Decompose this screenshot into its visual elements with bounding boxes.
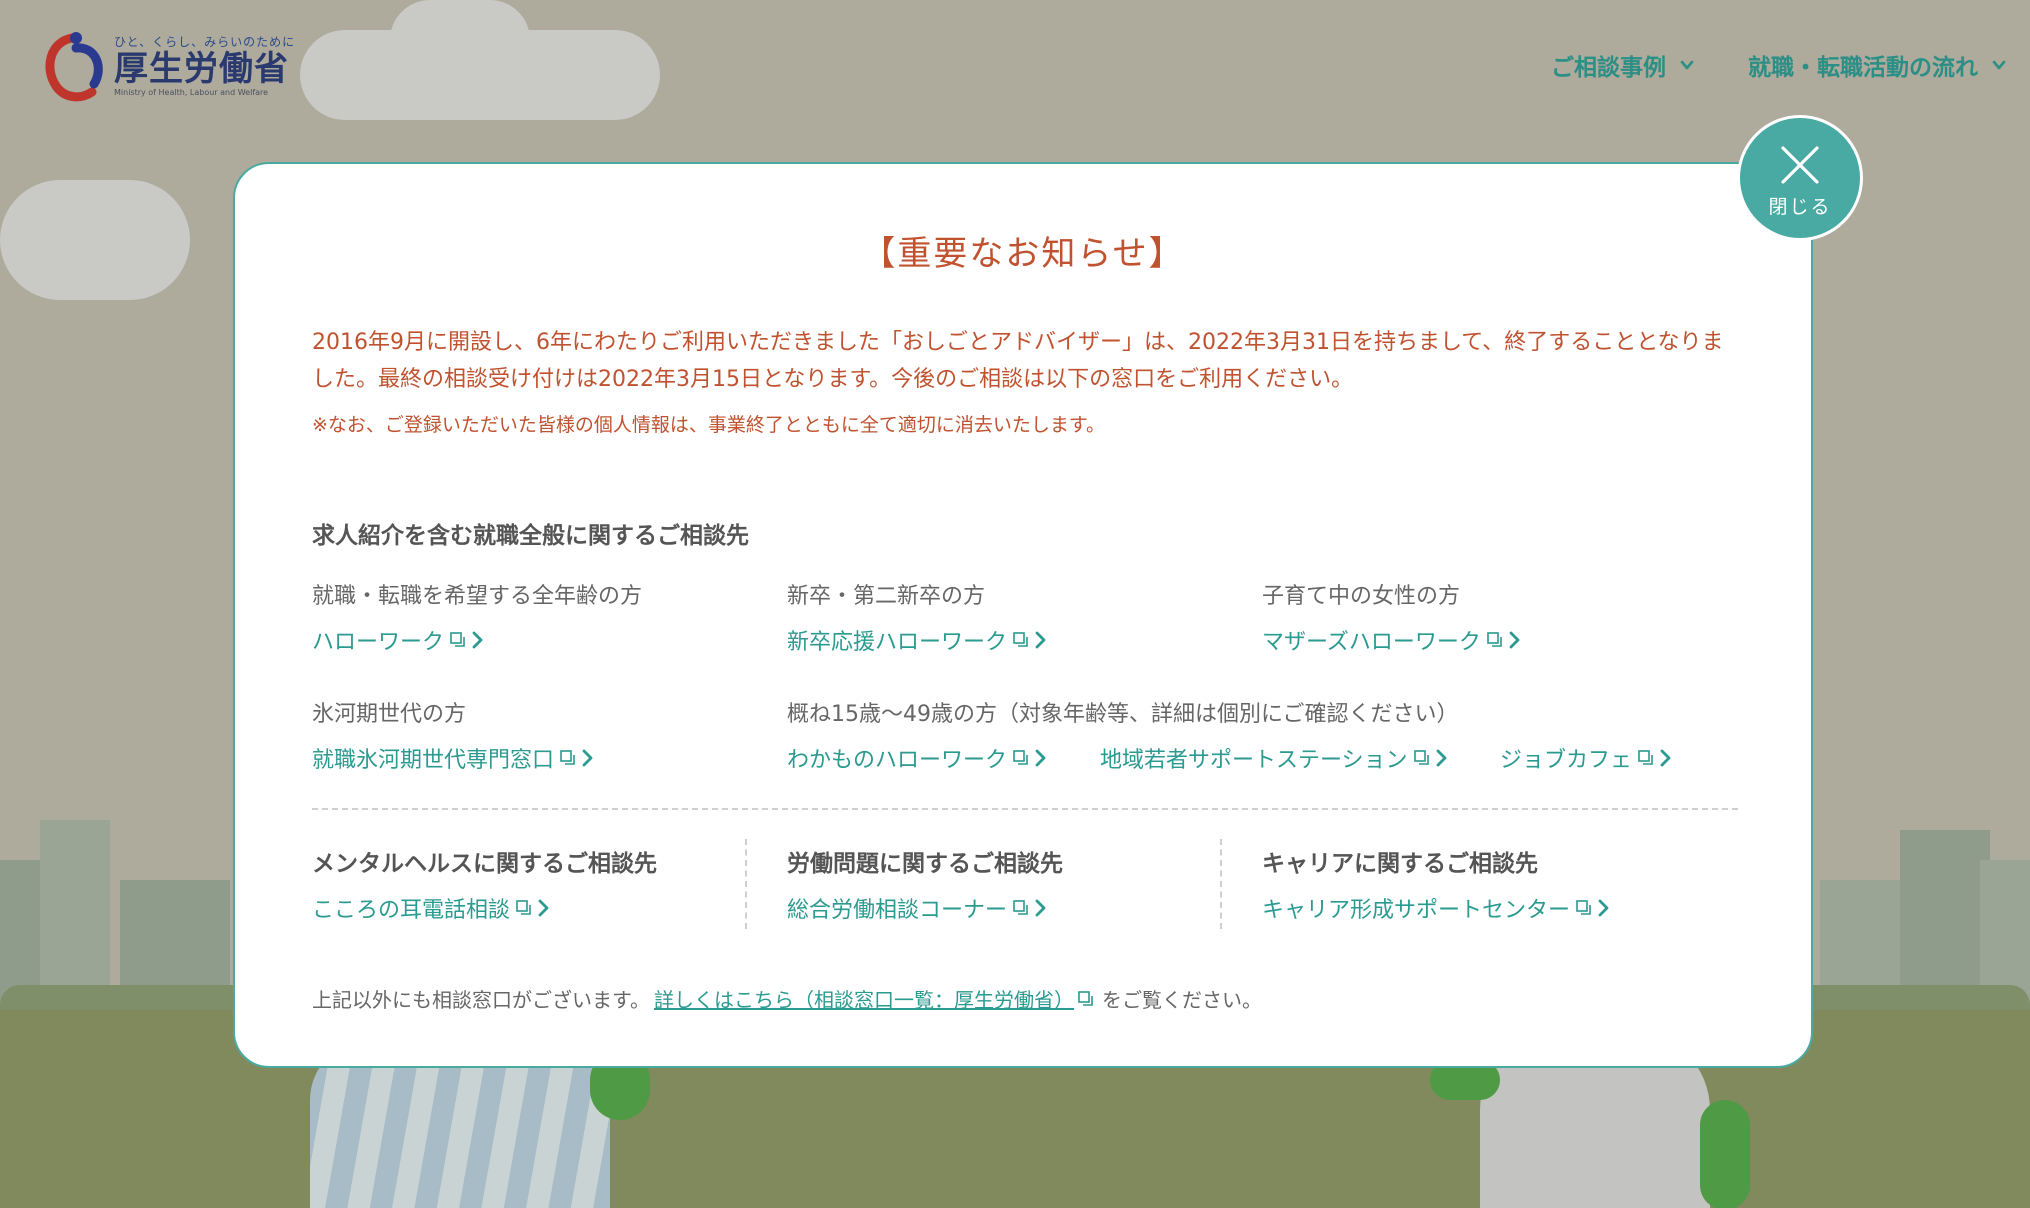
chevron-right-icon xyxy=(1660,749,1671,767)
header-nav: ご相談事例 就職・転職活動の流れ xyxy=(1551,48,2006,82)
link-mothers-hello-work[interactable]: マザーズハローワーク xyxy=(1262,624,1520,656)
group-label-all-ages: 就職・転職を希望する全年齢の方 xyxy=(312,584,643,609)
building xyxy=(1900,830,1990,1010)
external-link-icon xyxy=(450,632,465,647)
link-text: ジョブカフェ xyxy=(1500,748,1633,773)
column-divider xyxy=(1220,839,1222,929)
close-label: 閉じる xyxy=(1768,195,1832,218)
link-youth-hello-work[interactable]: わかものハローワーク xyxy=(787,742,1046,774)
group-label-youth: 概ね15歳〜49歳の方（対象年齢等、詳細は個別にご確認ください） xyxy=(787,702,1459,727)
link-text: ハローワーク xyxy=(312,630,445,655)
close-button[interactable]: 閉じる xyxy=(1737,115,1863,241)
footer-note: 上記以外にも相談窓口がございます。 詳しくはこちら（相談窓口一覧：厚生労働省） … xyxy=(312,984,1262,1013)
cloud xyxy=(0,180,190,300)
link-text: マザーズハローワーク xyxy=(1262,630,1481,655)
cloud xyxy=(390,0,530,80)
external-link-icon xyxy=(1013,632,1028,647)
notice-text: 2016年9月に開設し、6年にわたりご利用いただきました「おしごとアドバイザー」… xyxy=(312,330,1724,392)
external-link-icon xyxy=(516,900,531,915)
logo-name: 厚生労働省 xyxy=(114,49,289,89)
job-section-title: 求人紹介を含む就職全般に関するご相談先 xyxy=(312,523,749,549)
chevron-right-icon xyxy=(472,631,483,649)
section-divider xyxy=(312,808,1738,810)
footer-text-before: 上記以外にも相談窓口がございます。 xyxy=(312,988,650,1012)
link-general-labor-consultation[interactable]: 総合労働相談コーナー xyxy=(787,892,1046,924)
external-link-icon xyxy=(1638,750,1653,765)
mental-health-section-title: メンタルヘルスに関するご相談先 xyxy=(312,851,657,877)
link-ice-age-generation-desk[interactable]: 就職氷河期世代専門窓口 xyxy=(312,742,593,774)
nav-job-hunting-flow[interactable]: 就職・転職活動の流れ xyxy=(1748,48,2006,82)
column-divider xyxy=(745,839,747,929)
link-text: わかものハローワーク xyxy=(787,748,1008,773)
mhlw-logo-icon xyxy=(45,32,103,102)
chevron-right-icon xyxy=(1035,749,1046,767)
external-link-icon xyxy=(560,750,575,765)
external-link-icon xyxy=(1413,750,1429,765)
external-link-icon xyxy=(1487,632,1502,647)
external-link-icon xyxy=(1576,900,1591,915)
nav-consultation-cases[interactable]: ご相談事例 xyxy=(1551,48,1694,82)
link-text: 総合労働相談コーナー xyxy=(787,898,1008,923)
group-label-new-graduates: 新卒・第二新卒の方 xyxy=(787,584,986,609)
character-right-leg xyxy=(1700,1100,1750,1208)
link-youth-support-station[interactable]: 地域若者サポートステーション xyxy=(1100,742,1447,774)
career-section-title: キャリアに関するご相談先 xyxy=(1262,851,1538,877)
link-job-cafe[interactable]: ジョブカフェ xyxy=(1500,742,1671,774)
building xyxy=(40,820,110,1010)
chevron-right-icon xyxy=(1509,631,1520,649)
chevron-right-icon xyxy=(1035,899,1046,917)
link-new-graduate-hello-work[interactable]: 新卒応援ハローワーク xyxy=(787,624,1046,656)
link-text: キャリア形成サポートセンター xyxy=(1262,898,1571,923)
important-notice-modal: 【重要なお知らせ】 2016年9月に開設し、6年にわたりご利用いただきました「お… xyxy=(233,162,1813,1068)
link-text: 新卒応援ハローワーク xyxy=(787,630,1008,655)
mhlw-logo[interactable]: ひと、くらし、みらいのために 厚生労働省 Ministry of Health,… xyxy=(42,28,295,102)
link-text: 就職氷河期世代専門窓口 xyxy=(312,748,555,773)
chevron-right-icon xyxy=(538,899,549,917)
link-hello-work[interactable]: ハローワーク xyxy=(312,624,483,656)
external-link-icon xyxy=(1013,750,1028,765)
chevron-right-icon xyxy=(1436,749,1446,767)
labor-section-title: 労働問題に関するご相談先 xyxy=(787,851,1063,877)
link-career-support-center[interactable]: キャリア形成サポートセンター xyxy=(1262,892,1609,924)
group-label-mothers: 子育て中の女性の方 xyxy=(1262,584,1461,609)
chevron-right-icon xyxy=(582,749,593,767)
footer-text-after: をご覧ください。 xyxy=(1102,988,1262,1012)
modal-title: 【重要なお知らせ】 xyxy=(861,234,1185,274)
link-text: 地域若者サポートステーション xyxy=(1100,748,1408,773)
chevron-down-icon xyxy=(1680,60,1694,70)
chevron-down-icon xyxy=(1992,60,2006,70)
nav-label: 就職・転職活動の流れ xyxy=(1748,55,1978,81)
chevron-right-icon xyxy=(1035,631,1046,649)
nav-label: ご相談事例 xyxy=(1551,55,1666,81)
logo-tagline: ひと、くらし、みらいのために xyxy=(114,35,296,49)
external-link-icon xyxy=(1078,990,1093,1006)
link-kokoro-no-mimi[interactable]: こころの耳電話相談 xyxy=(312,892,549,924)
logo-english-name: Ministry of Health, Labour and Welfare xyxy=(114,88,269,97)
group-label-ice-age-generation: 氷河期世代の方 xyxy=(312,702,467,727)
link-text: こころの耳電話相談 xyxy=(312,898,511,923)
close-icon xyxy=(1781,145,1819,184)
privacy-note: ※なお、ご登録いただいた皆様の個人情報は、事業終了とともに全て適切に消去いたしま… xyxy=(312,414,1106,436)
link-consultation-list[interactable]: 詳しくはこちら（相談窓口一覧：厚生労働省） xyxy=(654,984,1074,1013)
external-link-icon xyxy=(1013,900,1028,915)
chevron-right-icon xyxy=(1598,899,1609,917)
